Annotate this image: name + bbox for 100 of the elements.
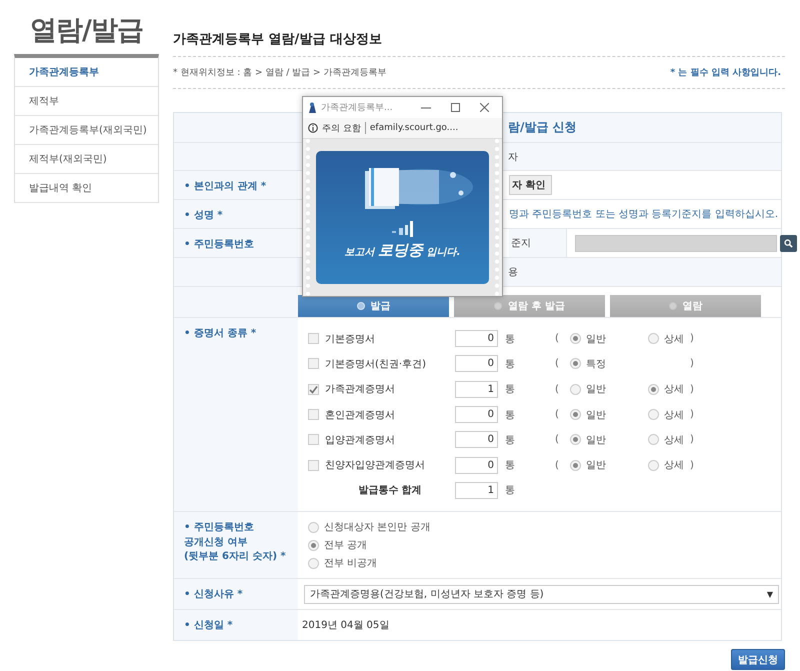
radio-button[interactable] (308, 558, 319, 569)
bracket: ) (690, 333, 695, 344)
form-title: 람/발급 신청 (508, 119, 577, 136)
sidebar-item[interactable]: 제적부(재외국민) (15, 145, 158, 174)
maximize-icon[interactable] (451, 103, 460, 112)
field-label: • 증명서 종류 * (174, 318, 298, 512)
radio-button[interactable] (570, 358, 581, 370)
unit-label: 통 (504, 484, 516, 498)
close-icon[interactable] (480, 103, 489, 112)
count-field[interactable]: 0 (455, 355, 498, 372)
input-field[interactable] (575, 234, 777, 252)
count-field[interactable]: 0 (455, 431, 498, 448)
unit-label: 통 (504, 358, 516, 371)
search-button[interactable] (780, 234, 797, 252)
radio-button[interactable] (648, 460, 659, 471)
field-label: • 신청사유 * (174, 579, 298, 610)
count-field[interactable]: 0 (455, 406, 498, 424)
mode-tab[interactable]: 발급 (298, 295, 449, 317)
radio-button[interactable] (648, 434, 659, 446)
radio-button[interactable] (648, 384, 659, 395)
count-field[interactable]: 1 (455, 380, 498, 398)
unit-label: 통 (504, 332, 516, 346)
app-icon (307, 102, 318, 114)
option-label: 전부 비공개 (324, 557, 378, 570)
option-label: 일반 (586, 459, 606, 472)
radio-button[interactable] (570, 384, 581, 395)
bracket: ( (555, 333, 560, 344)
checkbox[interactable] (308, 434, 319, 446)
reason-dropdown[interactable]: 가족관계증명용(건강보험, 미성년자 보호자 증명 등) ▼ (304, 584, 779, 604)
field-label: • 주민등록번호 공개신청 여부 (뒷부분 6자리 숫자) * (174, 512, 298, 578)
bracket: ( (555, 358, 560, 370)
certificate-name: 기본증명서(친권·후견) (325, 358, 427, 371)
signal-bars-icon (392, 221, 414, 237)
certificate-name: 가족관계증명서 (325, 383, 396, 396)
count-field[interactable]: 0 (455, 456, 498, 474)
window-title: 가족관계등록부... (321, 102, 394, 114)
field-label: • 주민등록번호 (174, 229, 298, 257)
radio-button[interactable] (570, 333, 581, 344)
sidebar-item[interactable]: 발급내역 확인 (15, 174, 158, 203)
option-label: 일반 (586, 434, 606, 447)
required-note: * 는 필수 입력 사항입니다. (670, 67, 781, 79)
loading-message: 보고서 로딩중 입니다. (344, 241, 460, 260)
field-label: • 신청일 * (174, 610, 298, 640)
option-label: 일반 (586, 408, 606, 422)
option-label: 상세 (664, 332, 684, 346)
total-label: 발급통수 합계 (357, 484, 423, 498)
option-label: 상세 (664, 408, 684, 422)
option-label: 상세 (664, 459, 684, 472)
option-label: 일반 (586, 383, 606, 396)
certificate-name: 입양관계증명서 (325, 434, 396, 447)
bracket: ( (555, 409, 560, 420)
bracket: ) (690, 358, 695, 370)
dot-icon (668, 302, 676, 310)
option-label: 상세 (664, 383, 684, 396)
checkbox[interactable] (308, 384, 319, 395)
sidebar-item[interactable]: 제적부 (15, 87, 158, 116)
radio-button[interactable] (308, 540, 319, 551)
submit-button[interactable]: 발급신청 (731, 649, 785, 670)
radio-button[interactable] (648, 409, 659, 420)
url-text: efamily.scourt.go.... (370, 123, 458, 134)
bracket: ) (690, 460, 695, 471)
option-label: 특정 (586, 358, 606, 371)
verify-button[interactable]: 자 확인 (509, 175, 552, 195)
info-icon (308, 123, 318, 134)
unit-label: 통 (504, 408, 516, 422)
radio-button[interactable] (570, 460, 581, 471)
radio-button[interactable] (648, 333, 659, 344)
unit-label: 통 (504, 459, 516, 472)
field-label: • 성명 * (174, 200, 298, 228)
page-title: 열람/발급 (29, 14, 144, 48)
option-label: 신청대상자 본인만 공개 (324, 521, 430, 534)
field-label: • 본인과의 관계 * (174, 171, 298, 199)
total-field[interactable]: 1 (455, 482, 498, 499)
subsection-title: 용 (508, 266, 518, 279)
checkbox[interactable] (308, 409, 319, 420)
date-text: 2019년 04월 05일 (302, 619, 390, 632)
bracket: ) (690, 434, 695, 446)
hint-text: 명과 주민등록번호 또는 성명과 등록기준지를 입력하십시오. (509, 208, 778, 221)
checkbox[interactable] (308, 333, 319, 344)
checkbox[interactable] (308, 358, 319, 370)
dot-icon (356, 302, 364, 310)
certificate-name: 혼인관계증명서 (325, 408, 396, 422)
bracket: ) (690, 409, 695, 420)
bracket: ) (690, 384, 695, 395)
count-field[interactable]: 0 (455, 330, 498, 348)
option-label: 전부 공개 (324, 539, 368, 552)
bracket: ( (555, 384, 560, 395)
radio-button[interactable] (570, 409, 581, 420)
radio-button[interactable] (308, 522, 319, 533)
search-icon (784, 238, 793, 248)
certificate-name: 친양자입양관계증명서 (325, 459, 426, 472)
bracket: ( (555, 460, 560, 471)
dot-icon (494, 302, 502, 310)
option-label: 상세 (664, 434, 684, 447)
option-label: 일반 (586, 332, 606, 346)
sidebar-item[interactable]: 가족관계등록부(재외국민) (15, 116, 158, 145)
checkbox[interactable] (308, 460, 319, 471)
sidebar-item[interactable]: 가족관계등록부 (15, 58, 158, 87)
radio-button[interactable] (570, 434, 581, 446)
security-label: 주의 요함 (322, 122, 361, 135)
